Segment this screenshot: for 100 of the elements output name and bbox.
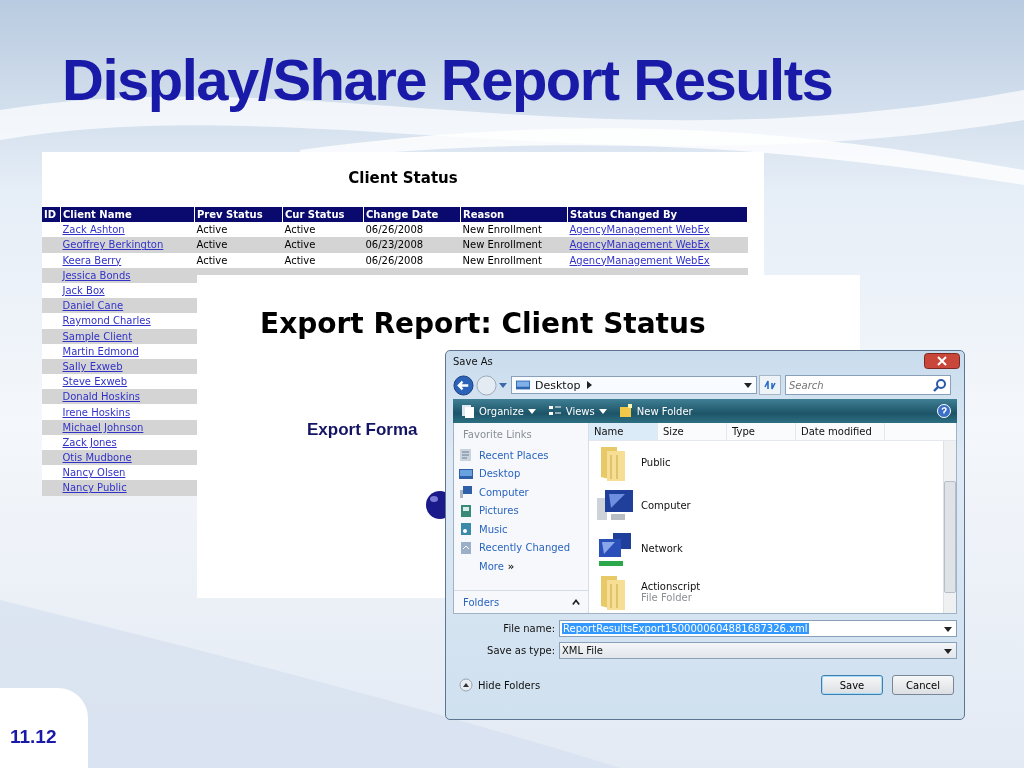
client-link[interactable]: Otis Mudbone — [62, 452, 132, 464]
file-item[interactable]: Actionscript File Folder — [595, 570, 943, 613]
file-item[interactable]: Network — [595, 527, 943, 570]
column-header: ID — [42, 207, 61, 223]
slide-title: Display/Share Report Results — [62, 46, 833, 113]
table-cell: Active — [196, 254, 228, 266]
client-link[interactable]: Martin Edmond — [62, 345, 139, 357]
search-field[interactable]: Search — [785, 375, 951, 395]
favorite-link[interactable]: Music — [459, 520, 588, 539]
table-cell: 06/26/2008 — [365, 224, 424, 236]
scrollbar[interactable] — [943, 441, 956, 613]
client-link[interactable]: Zack Jones — [62, 436, 117, 448]
table-cell: 06/23/2008 — [365, 239, 424, 251]
user-link[interactable]: AgencyManagement WebEx — [569, 239, 710, 251]
export-subheading: Export Forma — [307, 420, 418, 440]
more-link[interactable]: More » — [459, 557, 588, 576]
toolbar-button[interactable]: New Folder — [616, 404, 695, 418]
client-link[interactable]: Nancy Public — [62, 482, 127, 494]
refresh-icon[interactable] — [759, 375, 781, 395]
file-name-label: File name: — [502, 623, 555, 634]
client-link[interactable]: Michael Johnson — [62, 421, 144, 433]
table-cell: Active — [284, 224, 316, 236]
favorite-links-heading: Favorite Links — [463, 429, 533, 440]
favorite-link[interactable]: Recently Changed — [459, 538, 588, 557]
desktop-icon — [459, 466, 473, 481]
hide-folders-button[interactable]: Hide Folders — [459, 678, 541, 692]
user-link[interactable]: AgencyManagement WebEx — [569, 254, 710, 266]
table-cell: New Enrollment — [462, 224, 542, 236]
client-link[interactable]: Keera Berry — [62, 254, 122, 266]
dropdown-icon — [944, 646, 952, 655]
favorite-link[interactable]: Computer — [459, 483, 588, 502]
folder-icon — [618, 404, 633, 418]
export-heading: Export Report: Client Status — [260, 307, 706, 340]
favorite-link[interactable]: Pictures — [459, 501, 588, 520]
file-name: Computer — [641, 500, 691, 511]
column-header: Prev Status — [194, 207, 283, 223]
caret-icon — [572, 598, 580, 606]
user-link[interactable]: AgencyManagement WebEx — [569, 224, 710, 236]
help-icon[interactable] — [937, 404, 951, 418]
client-link[interactable]: Zack Ashton — [62, 224, 125, 236]
toolbar-button[interactable]: Views — [545, 404, 609, 418]
pages-icon — [461, 404, 475, 418]
address-text: Desktop — [535, 378, 581, 392]
column-header: Cur Status — [282, 207, 364, 223]
back-icon[interactable] — [453, 374, 474, 396]
table-cell: New Enrollment — [462, 239, 542, 251]
client-link[interactable]: Nancy Olsen — [62, 467, 126, 479]
views-icon — [547, 404, 562, 418]
column-header[interactable]: Date modified — [796, 423, 885, 440]
recent-icon — [459, 448, 473, 463]
dropdown-icon — [944, 624, 952, 633]
client-link[interactable]: Sample Client — [62, 330, 133, 342]
column-header: Change Date — [363, 207, 461, 223]
column-header: Status Changed By — [567, 207, 748, 223]
client-link[interactable]: Jack Box — [62, 285, 105, 297]
client-link[interactable]: Irene Hoskins — [62, 406, 131, 418]
client-link[interactable]: Jessica Bonds — [62, 269, 131, 281]
table-cell: Active — [284, 254, 316, 266]
file-type: File Folder — [641, 591, 692, 603]
table-cell: Active — [196, 239, 228, 251]
favorite-link[interactable]: Recent Places — [459, 446, 588, 465]
client-link[interactable]: Geoffrey Berkington — [62, 239, 164, 251]
column-header: Reason — [460, 207, 568, 223]
music-icon — [459, 522, 473, 537]
column-header[interactable]: Type — [727, 423, 796, 440]
report-title: Client Status — [347, 169, 459, 187]
toolbar-button[interactable]: Organize — [459, 404, 538, 418]
changed-icon — [459, 540, 473, 555]
folders-toggle[interactable]: Folders — [454, 590, 588, 613]
column-header: Client Name — [60, 207, 195, 223]
table-cell: Active — [196, 224, 228, 236]
save-type-label: Save as type: — [486, 645, 555, 656]
column-header[interactable]: Size — [658, 423, 727, 440]
collapse-icon — [459, 678, 473, 692]
client-link[interactable]: Daniel Cane — [62, 300, 124, 312]
dialog-button[interactable]: Cancel — [892, 675, 954, 695]
client-link[interactable]: Donald Hoskins — [62, 391, 141, 403]
search-icon — [933, 378, 947, 392]
client-link[interactable]: Raymond Charles — [62, 315, 151, 327]
slide-number: 11.12 — [0, 688, 88, 768]
column-header[interactable]: Name — [589, 423, 658, 440]
favorite-link[interactable]: Desktop — [459, 464, 588, 483]
address-bar[interactable]: Desktop — [511, 376, 757, 394]
dialog-button[interactable]: Save — [821, 675, 883, 695]
pictures-icon — [459, 503, 473, 518]
save-type-select[interactable]: XML File — [559, 642, 957, 659]
file-item[interactable]: Computer — [595, 484, 943, 527]
file-name: Network — [641, 543, 683, 554]
close-icon[interactable] — [924, 353, 960, 369]
arrow-right-icon — [585, 381, 594, 389]
table-cell: 06/26/2008 — [365, 254, 424, 266]
file-item[interactable]: Public — [595, 441, 943, 484]
computer-icon — [459, 485, 473, 500]
client-link[interactable]: Sally Exweb — [62, 360, 123, 372]
table-cell: New Enrollment — [462, 254, 542, 266]
dialog-title: Save As — [453, 355, 493, 367]
file-name: Public — [641, 457, 671, 468]
dropdown-icon[interactable] — [744, 381, 752, 389]
table-cell: Active — [284, 239, 316, 251]
client-link[interactable]: Steve Exweb — [62, 376, 128, 388]
